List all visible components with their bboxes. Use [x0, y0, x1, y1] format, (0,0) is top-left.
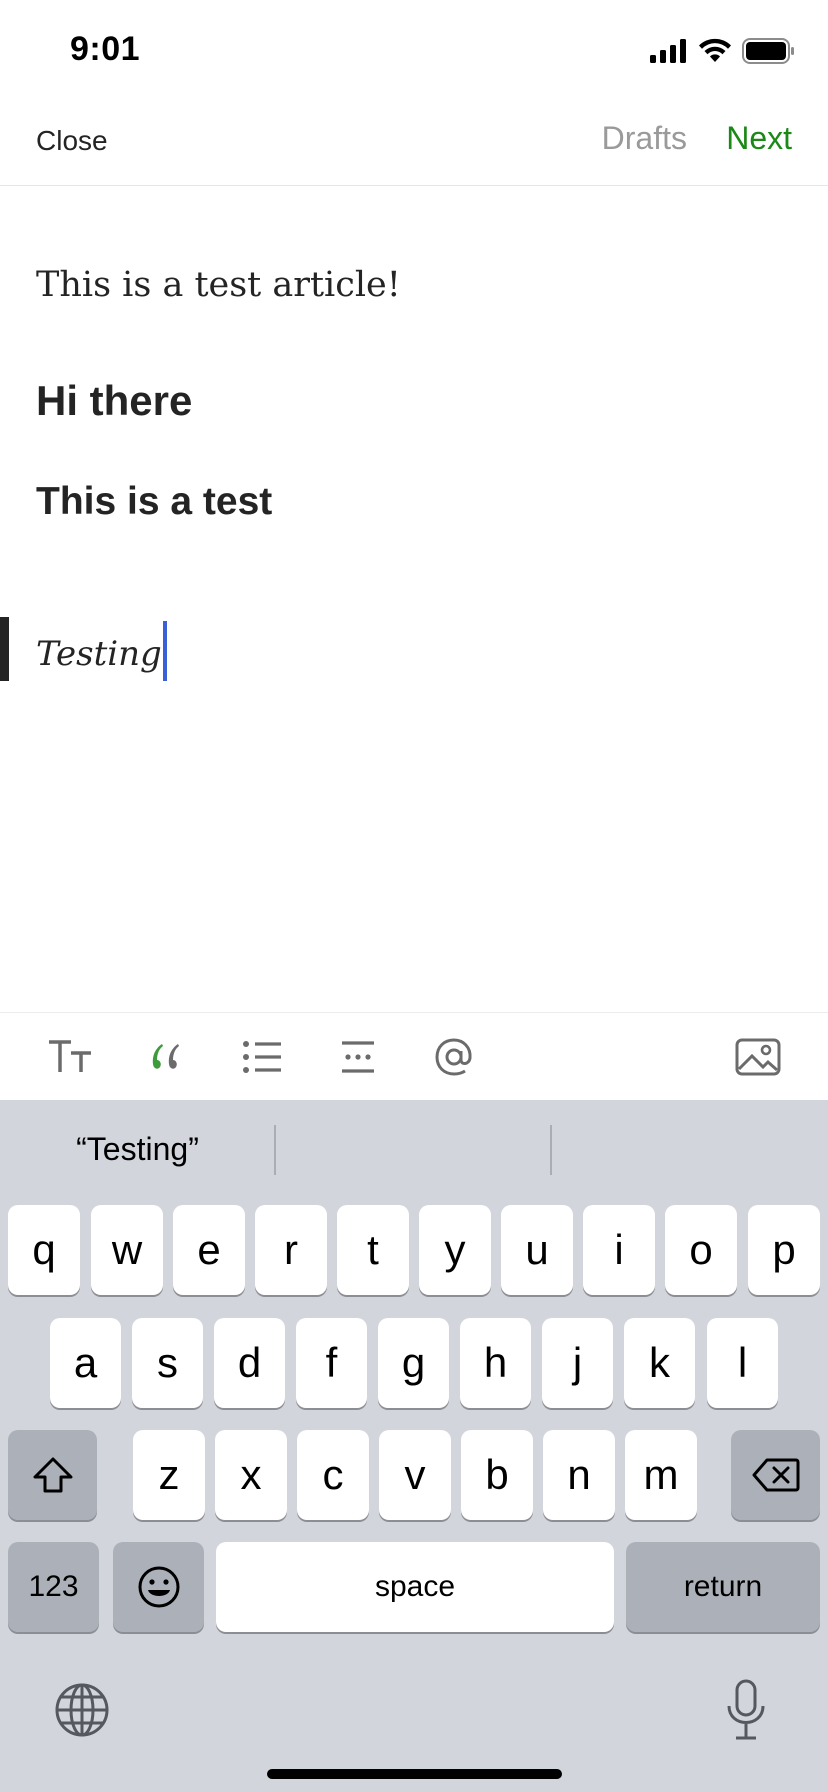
blockquote-bar: [0, 617, 9, 681]
key-b[interactable]: b: [461, 1430, 533, 1520]
image-icon[interactable]: [732, 1031, 784, 1083]
key-g[interactable]: g: [378, 1318, 449, 1408]
key-r[interactable]: r: [255, 1205, 327, 1295]
key-s[interactable]: s: [132, 1318, 203, 1408]
key-w[interactable]: w: [91, 1205, 163, 1295]
cellular-signal-icon: [650, 39, 686, 63]
article-editor[interactable]: This is a test article! Hi there This is…: [0, 187, 828, 1012]
key-o[interactable]: o: [665, 1205, 737, 1295]
home-indicator[interactable]: [267, 1769, 562, 1779]
status-icons: [650, 36, 796, 66]
numbers-key[interactable]: 123: [8, 1542, 99, 1632]
heading-small[interactable]: This is a test: [36, 480, 272, 524]
key-e[interactable]: e: [173, 1205, 245, 1295]
key-p[interactable]: p: [748, 1205, 820, 1295]
key-y[interactable]: y: [419, 1205, 491, 1295]
battery-icon: [742, 38, 794, 64]
separator-icon[interactable]: [332, 1031, 384, 1083]
key-f[interactable]: f: [296, 1318, 367, 1408]
text-caret: [162, 621, 167, 681]
quote-icon[interactable]: [140, 1031, 192, 1083]
shift-icon: [33, 1457, 72, 1493]
backspace-icon: [752, 1458, 799, 1492]
key-k[interactable]: k: [624, 1318, 695, 1408]
wifi-icon: [699, 38, 731, 62]
drafts-button[interactable]: Drafts: [602, 120, 687, 157]
heading-large[interactable]: Hi there: [36, 377, 192, 425]
shift-key[interactable]: [8, 1430, 97, 1520]
return-key[interactable]: return: [626, 1542, 820, 1632]
space-key[interactable]: space: [216, 1542, 614, 1632]
predictive-suggestions: “Testing”: [0, 1100, 828, 1198]
mention-icon[interactable]: [428, 1031, 480, 1083]
key-q[interactable]: q: [8, 1205, 80, 1295]
paragraph-text[interactable]: This is a test article!: [36, 265, 401, 305]
backspace-key[interactable]: [731, 1430, 820, 1520]
suggestion-1[interactable]: “Testing”: [0, 1100, 275, 1198]
next-button[interactable]: Next: [726, 120, 792, 157]
format-toolbar: [0, 1012, 828, 1100]
key-v[interactable]: v: [379, 1430, 451, 1520]
key-x[interactable]: x: [215, 1430, 287, 1520]
suggestion-3[interactable]: [552, 1100, 828, 1198]
key-a[interactable]: a: [50, 1318, 121, 1408]
microphone-icon[interactable]: [724, 1678, 768, 1742]
text-size-icon[interactable]: [44, 1031, 96, 1083]
key-i[interactable]: i: [583, 1205, 655, 1295]
editor-top-nav: Close Drafts Next: [0, 100, 828, 186]
status-bar: 9:01: [0, 0, 828, 100]
globe-icon[interactable]: [54, 1682, 110, 1738]
blockquote-text[interactable]: Testing: [36, 634, 162, 674]
emoji-key[interactable]: [113, 1542, 204, 1632]
blockquote[interactable]: Testing: [36, 621, 167, 681]
key-l[interactable]: l: [707, 1318, 778, 1408]
key-d[interactable]: d: [214, 1318, 285, 1408]
on-screen-keyboard: “Testing” q w e r t y u i o p a s d f g …: [0, 1100, 828, 1792]
key-t[interactable]: t: [337, 1205, 409, 1295]
suggestion-2[interactable]: [276, 1100, 551, 1198]
key-c[interactable]: c: [297, 1430, 369, 1520]
emoji-icon: [138, 1566, 179, 1608]
bulleted-list-icon[interactable]: [236, 1031, 288, 1083]
status-time: 9:01: [70, 30, 141, 68]
close-button[interactable]: Close: [36, 125, 108, 157]
key-n[interactable]: n: [543, 1430, 615, 1520]
key-u[interactable]: u: [501, 1205, 573, 1295]
key-z[interactable]: z: [133, 1430, 205, 1520]
key-j[interactable]: j: [542, 1318, 613, 1408]
key-m[interactable]: m: [625, 1430, 697, 1520]
key-h[interactable]: h: [460, 1318, 531, 1408]
